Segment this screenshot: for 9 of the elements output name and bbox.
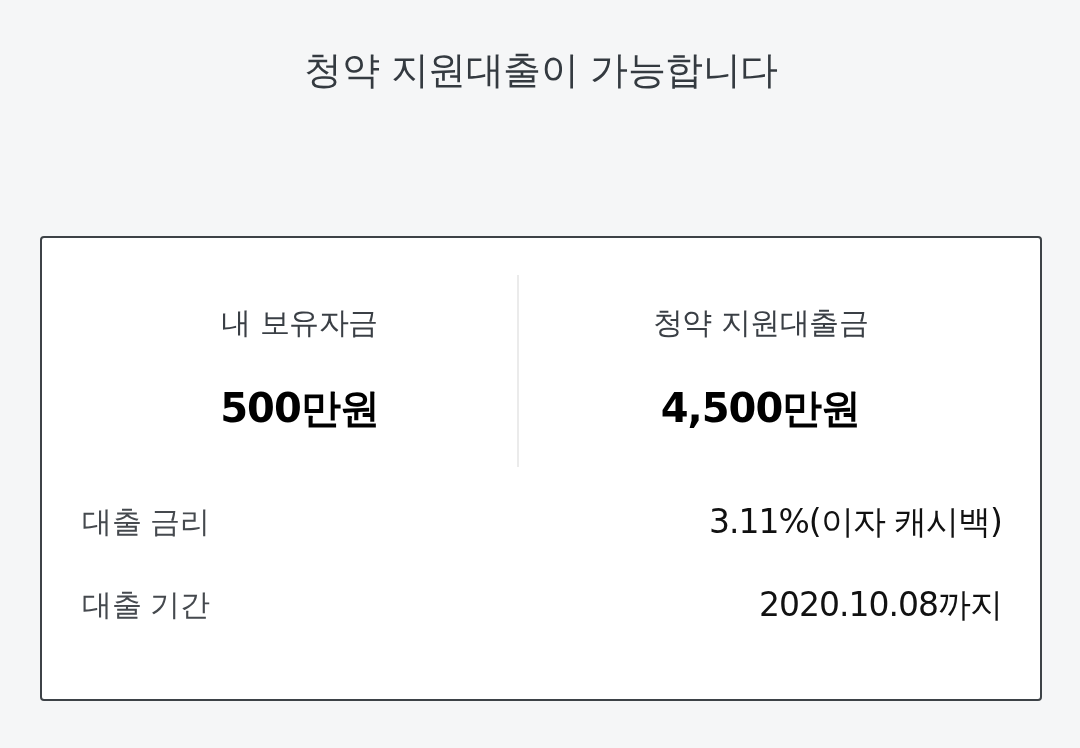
detail-label: 대출 기간 <box>82 586 210 624</box>
amount-value: 4,500만원 <box>660 384 861 432</box>
amount-label: 청약 지원대출금 <box>652 305 869 341</box>
page-title: 청약 지원대출이 가능합니다 <box>303 47 779 94</box>
amount-value: 500만원 <box>220 384 379 432</box>
detail-label: 대출 금리 <box>82 503 210 541</box>
detail-value: 2020.10.08까지 <box>759 585 1002 625</box>
amount-label: 내 보유자금 <box>221 305 378 341</box>
detail-value: 3.11%(이자 캐시백) <box>708 502 1002 542</box>
